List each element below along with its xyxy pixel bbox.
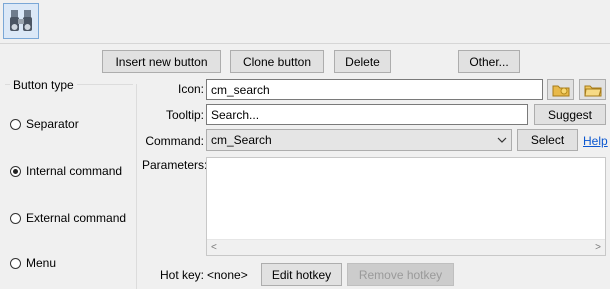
- command-select-value: cm_Search: [211, 133, 272, 147]
- toolbar-button-search[interactable]: [3, 3, 39, 39]
- scroll-right-icon[interactable]: >: [595, 242, 601, 253]
- radio-external-command[interactable]: External command: [10, 211, 126, 225]
- delete-button[interactable]: Delete: [334, 50, 391, 73]
- insert-new-button[interactable]: Insert new button: [102, 50, 221, 73]
- radio-circle: [10, 257, 21, 269]
- radio-label-menu: Menu: [26, 256, 57, 270]
- remove-hotkey-button: Remove hotkey: [347, 263, 454, 286]
- edit-hotkey-button[interactable]: Edit hotkey: [261, 263, 342, 286]
- radio-separator[interactable]: Separator: [10, 117, 79, 131]
- radio-circle-checked: [10, 165, 21, 177]
- parameters-label: Parameters:: [142, 158, 208, 172]
- tooltip-input[interactable]: Search...: [206, 104, 528, 125]
- vertical-divider: [136, 84, 137, 289]
- clone-button[interactable]: Clone button: [230, 50, 324, 73]
- folder-star-icon: [552, 85, 569, 96]
- radio-label-separator: Separator: [26, 117, 79, 131]
- toolbar: [0, 0, 610, 44]
- hotkey-value: <none>: [207, 268, 248, 282]
- button-type-title: Button type: [10, 78, 77, 92]
- radio-menu[interactable]: Menu: [10, 256, 56, 270]
- command-label: Command:: [145, 134, 204, 148]
- radio-label-external-command: External command: [26, 211, 127, 225]
- icon-folder-button[interactable]: [579, 79, 606, 100]
- radio-internal-command[interactable]: Internal command: [10, 164, 122, 178]
- command-select[interactable]: cm_Search: [206, 129, 512, 151]
- hotkey-label: Hot key:: [160, 268, 205, 282]
- icon-input[interactable]: cm_search: [206, 79, 543, 100]
- parameters-textarea[interactable]: < >: [206, 157, 606, 256]
- parameters-hscrollbar[interactable]: < >: [207, 239, 605, 255]
- icon-label: Icon:: [177, 82, 204, 96]
- icon-browse-button[interactable]: [547, 79, 574, 100]
- binoculars-icon: [10, 10, 32, 31]
- suggest-button[interactable]: Suggest: [534, 104, 606, 125]
- select-button[interactable]: Select: [517, 129, 578, 151]
- chevron-down-icon: [497, 137, 507, 143]
- help-link[interactable]: Help: [583, 134, 608, 148]
- radio-label-internal-command: Internal command: [26, 164, 123, 178]
- scroll-left-icon[interactable]: <: [211, 242, 217, 253]
- radio-circle: [10, 212, 21, 224]
- tooltip-label: Tooltip:: [165, 108, 204, 122]
- other-button[interactable]: Other...: [458, 50, 520, 73]
- radio-circle: [10, 118, 21, 130]
- open-folder-icon: [583, 85, 602, 96]
